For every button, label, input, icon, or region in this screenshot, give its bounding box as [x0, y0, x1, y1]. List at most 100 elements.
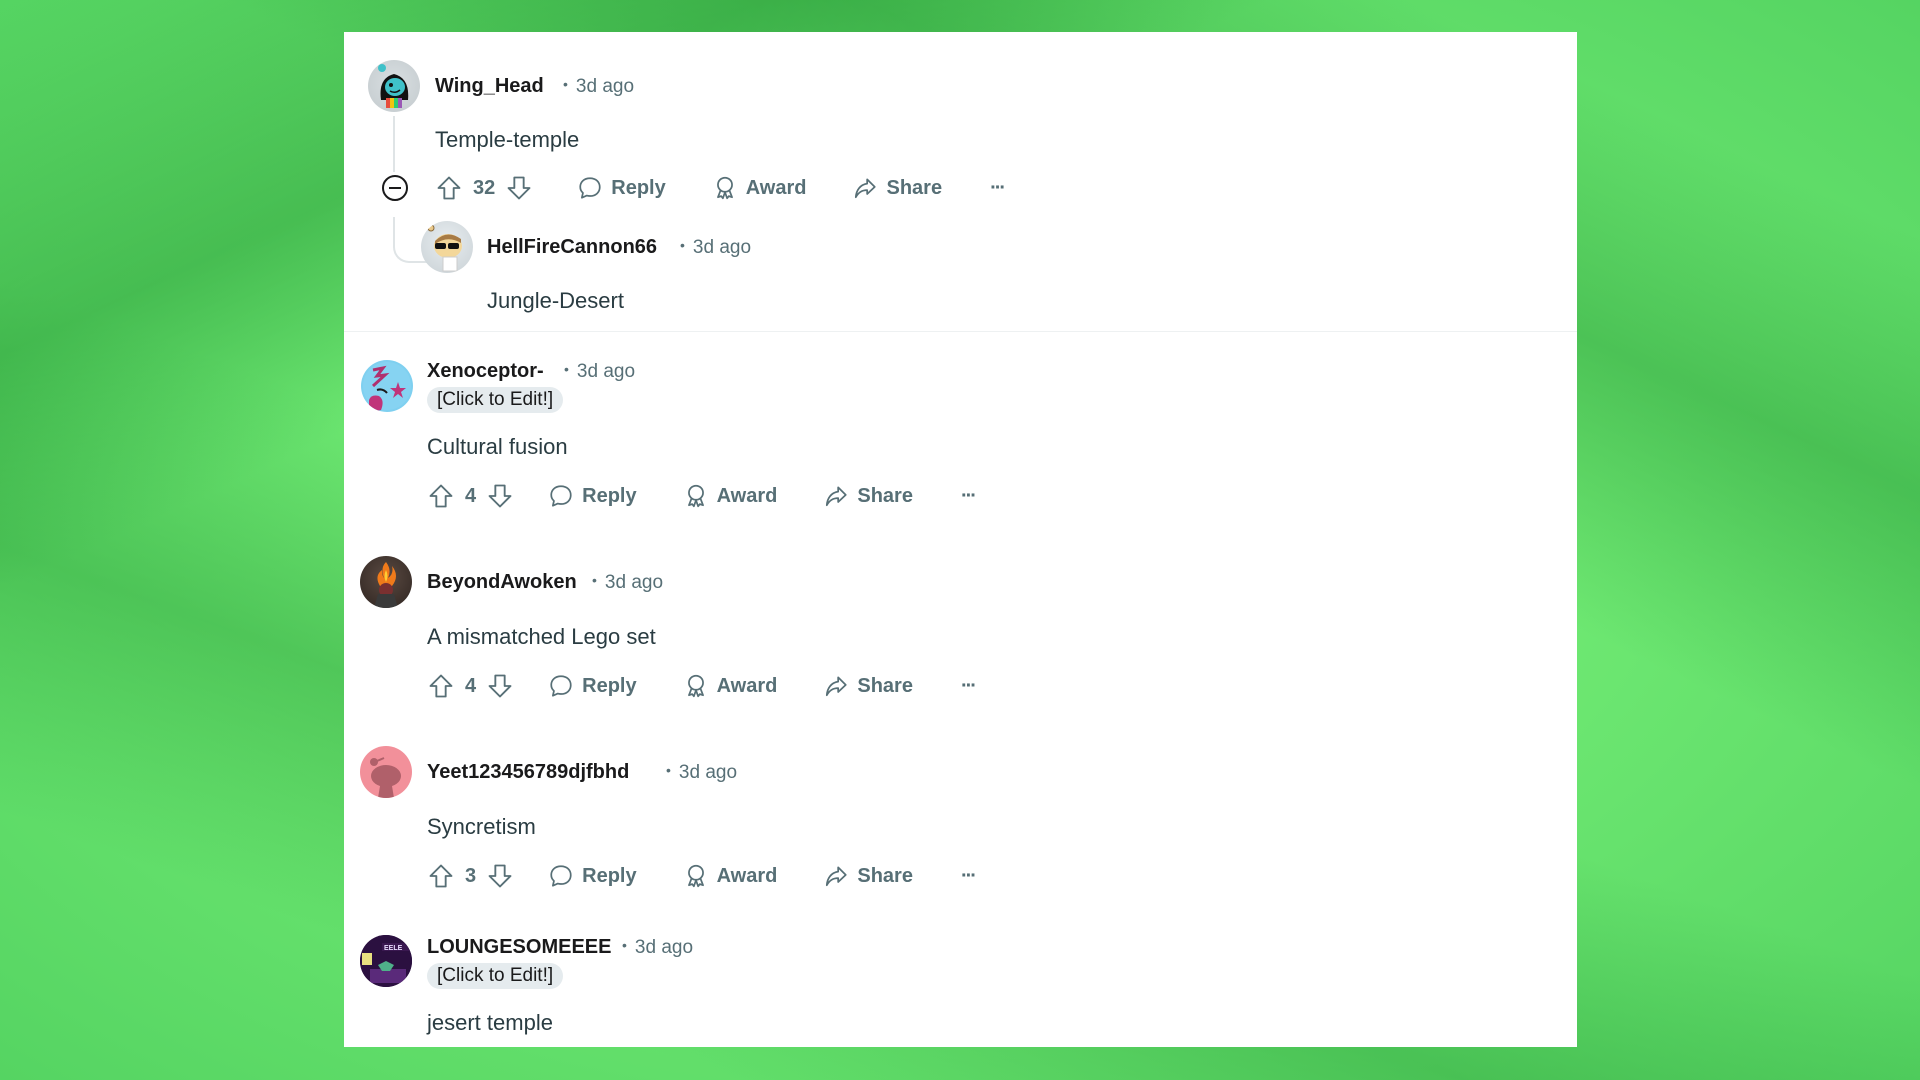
- comment-actions: 3 Reply Award Share ···: [427, 860, 977, 892]
- comment-body: Syncretism: [427, 814, 536, 839]
- award-icon: [683, 483, 709, 509]
- avatar[interactable]: [361, 360, 413, 412]
- separator-dot: •: [680, 237, 685, 253]
- comment-body: jesert temple: [427, 1010, 553, 1035]
- more-options-button[interactable]: ···: [960, 484, 977, 508]
- share-label: Share: [857, 674, 913, 697]
- share-icon: [823, 483, 849, 509]
- timestamp[interactable]: 3d ago: [635, 937, 693, 958]
- reply-button[interactable]: Reply: [548, 483, 637, 509]
- separator-dot: •: [564, 361, 569, 377]
- timestamp[interactable]: 3d ago: [605, 572, 663, 593]
- comment-meta: • 3d ago: [666, 762, 737, 784]
- share-button[interactable]: Share: [823, 673, 913, 699]
- vote-control: 3: [427, 862, 514, 890]
- reply-button[interactable]: Reply: [548, 863, 637, 889]
- collapse-thread-icon[interactable]: [381, 174, 409, 202]
- share-label: Share: [857, 864, 913, 887]
- upvote-icon[interactable]: [435, 174, 463, 202]
- share-label: Share: [857, 484, 913, 507]
- vote-control: 4: [427, 672, 514, 700]
- award-label: Award: [745, 176, 807, 199]
- comments-panel: Wing_Head • 3d ago Temple-temple 32 Reply: [344, 32, 1577, 1047]
- award-button[interactable]: Award: [683, 483, 778, 509]
- avatar[interactable]: [360, 556, 412, 608]
- thinking-emoji-avatar-icon: [363, 362, 411, 411]
- award-icon: [683, 863, 709, 889]
- more-options-button[interactable]: ···: [960, 864, 977, 888]
- upvote-icon[interactable]: [427, 482, 455, 510]
- username[interactable]: Xenoceptor-: [427, 360, 544, 383]
- share-button[interactable]: Share: [823, 863, 913, 889]
- share-icon: [852, 175, 878, 201]
- comment-bubble-icon: [548, 673, 574, 699]
- teal-monster-avatar-icon: [378, 64, 409, 108]
- timestamp[interactable]: 3d ago: [577, 361, 635, 382]
- reply-button[interactable]: Reply: [577, 175, 666, 201]
- fire-avatar-icon: [374, 562, 398, 608]
- username[interactable]: HellFireCannon66: [487, 236, 657, 259]
- award-icon: [683, 673, 709, 699]
- vote-count: 3: [465, 864, 477, 887]
- timestamp[interactable]: 3d ago: [576, 76, 634, 97]
- vote-count: 4: [465, 674, 477, 697]
- comment-actions: 32 Reply Award Share ···: [381, 172, 1006, 204]
- reply-label: Reply: [582, 484, 637, 507]
- downvote-icon[interactable]: [505, 174, 533, 202]
- separator-dot: •: [622, 937, 627, 953]
- reply-label: Reply: [611, 176, 666, 199]
- comment-meta: • 3d ago: [592, 572, 663, 594]
- award-label: Award: [716, 484, 778, 507]
- username[interactable]: Wing_Head: [435, 75, 544, 98]
- upvote-icon[interactable]: [427, 862, 455, 890]
- share-icon: [823, 863, 849, 889]
- more-options-button[interactable]: ···: [960, 674, 977, 698]
- award-button[interactable]: Award: [712, 175, 807, 201]
- comment-divider: [344, 331, 1577, 332]
- timestamp[interactable]: 3d ago: [693, 237, 751, 258]
- comment-actions: 4 Reply Award Share ···: [427, 480, 977, 512]
- award-label: Award: [716, 864, 778, 887]
- more-options-icon: ···: [960, 674, 977, 697]
- share-button[interactable]: Share: [852, 175, 942, 201]
- comment-bubble-icon: [577, 175, 603, 201]
- separator-dot: •: [592, 572, 597, 588]
- award-button[interactable]: Award: [683, 673, 778, 699]
- reply-button[interactable]: Reply: [548, 673, 637, 699]
- comment-bubble-icon: [548, 863, 574, 889]
- downvote-icon[interactable]: [486, 862, 514, 890]
- upvote-icon[interactable]: [427, 672, 455, 700]
- reply-label: Reply: [582, 864, 637, 887]
- user-flair[interactable]: [Click to Edit!]: [427, 387, 564, 413]
- avatar[interactable]: [360, 746, 412, 798]
- more-options-icon: ···: [990, 176, 1006, 199]
- user-flair[interactable]: [Click to Edit!]: [427, 963, 564, 989]
- avatar[interactable]: EELE: [360, 935, 412, 987]
- thread-line[interactable]: [393, 116, 395, 172]
- svg-text:EELE: EELE: [384, 945, 403, 952]
- more-options-icon: ···: [960, 484, 977, 507]
- comment-body: Cultural fusion: [427, 434, 568, 459]
- share-button[interactable]: Share: [823, 483, 913, 509]
- avatar[interactable]: [421, 221, 473, 273]
- award-label: Award: [716, 674, 778, 697]
- separator-dot: •: [666, 762, 671, 778]
- avatar[interactable]: [368, 60, 420, 112]
- share-icon: [823, 673, 849, 699]
- comment-meta: • 3d ago: [622, 937, 693, 959]
- comment-meta: • 3d ago: [563, 76, 634, 98]
- more-options-button[interactable]: ···: [990, 176, 1006, 200]
- comment-body: Temple-temple: [435, 127, 580, 152]
- downvote-icon[interactable]: [486, 672, 514, 700]
- sunglasses-snoo-avatar-icon: [427, 224, 462, 272]
- timestamp[interactable]: 3d ago: [679, 762, 737, 783]
- vote-count: 4: [465, 484, 477, 507]
- username[interactable]: LOUNGESOMEEEE: [427, 936, 611, 959]
- username[interactable]: BeyondAwoken: [427, 571, 577, 594]
- more-options-icon: ···: [960, 864, 977, 887]
- vote-control: 4: [427, 482, 514, 510]
- downvote-icon[interactable]: [486, 482, 514, 510]
- award-button[interactable]: Award: [683, 863, 778, 889]
- share-label: Share: [886, 176, 943, 199]
- username[interactable]: Yeet123456789djfbhd: [427, 761, 629, 784]
